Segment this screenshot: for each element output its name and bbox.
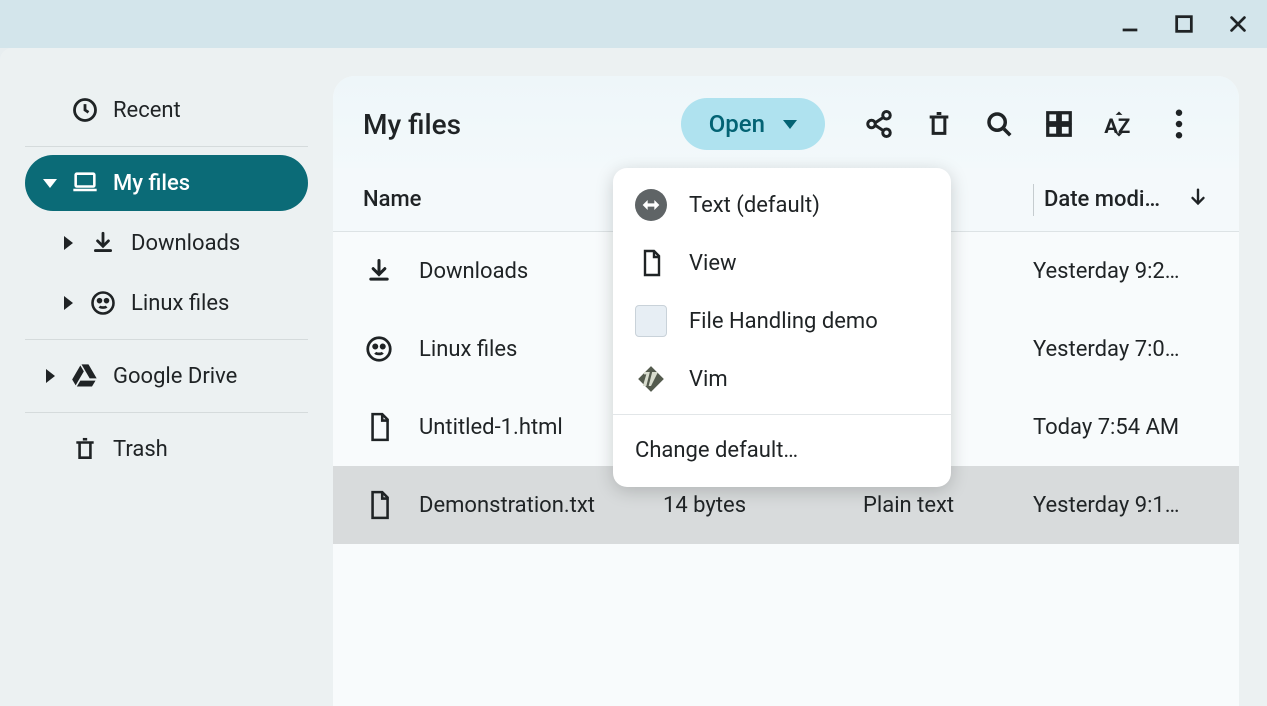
file-date: Yesterday 9:2… (1033, 259, 1209, 284)
text-app-icon (635, 189, 667, 221)
app-icon (635, 305, 667, 337)
menu-item-label: View (689, 251, 737, 276)
sidebar-item-trash[interactable]: Trash (25, 421, 308, 477)
open-button-label: Open (709, 110, 765, 138)
sidebar-item-google-drive[interactable]: Google Drive (25, 348, 308, 404)
menu-item-label: File Handling demo (689, 309, 878, 334)
sidebar-item-label: My files (113, 171, 190, 196)
menu-separator (613, 414, 951, 415)
sidebar-item-label: Downloads (131, 231, 240, 256)
menu-item-file-handling-demo[interactable]: File Handling demo (613, 292, 951, 350)
download-icon (363, 255, 395, 287)
close-button[interactable] (1227, 13, 1249, 35)
file-size: 14 bytes (663, 493, 863, 518)
chevron-right-icon (43, 369, 57, 383)
menu-item-label: Vim (689, 367, 728, 392)
menu-item-view[interactable]: View (613, 234, 951, 292)
chevron-down-icon (783, 120, 797, 129)
content-pane: My files Open AZ (333, 76, 1239, 706)
trash-icon (71, 435, 99, 463)
sidebar: Recent My files Downloads (0, 48, 333, 706)
file-name: Demonstration.txt (419, 493, 595, 518)
google-drive-icon (71, 362, 99, 390)
window-titlebar (0, 0, 1267, 48)
sidebar-item-my-files[interactable]: My files (25, 155, 308, 211)
menu-item-change-default[interactable]: Change default… (613, 421, 951, 479)
vim-icon (635, 363, 667, 395)
menu-item-text-default[interactable]: Text (default) (613, 176, 951, 234)
sidebar-item-linux-files[interactable]: Linux files (43, 275, 308, 331)
file-name: Downloads (419, 259, 528, 284)
delete-button[interactable] (909, 98, 969, 150)
linux-icon (363, 333, 395, 365)
sidebar-item-label: Recent (113, 98, 181, 123)
chevron-right-icon (61, 236, 75, 250)
grid-view-button[interactable] (1029, 98, 1089, 150)
sidebar-item-recent[interactable]: Recent (25, 82, 308, 138)
download-icon (89, 229, 117, 257)
share-button[interactable] (849, 98, 909, 150)
minimize-button[interactable] (1119, 13, 1141, 35)
file-type: Plain text (863, 493, 1033, 518)
more-options-button[interactable] (1149, 98, 1209, 150)
svg-text:A: A (1104, 114, 1118, 138)
sidebar-item-label: Google Drive (113, 364, 237, 389)
linux-icon (89, 289, 117, 317)
column-header-date[interactable]: Date modi… (1044, 186, 1209, 214)
file-date: Yesterday 9:1… (1033, 493, 1209, 518)
search-button[interactable] (969, 98, 1029, 150)
chevron-down-icon (43, 176, 57, 190)
page-title: My files (363, 108, 461, 141)
clock-icon (71, 96, 99, 124)
file-date: Yesterday 7:0… (1033, 337, 1209, 362)
file-name: Linux files (419, 337, 517, 362)
menu-item-vim[interactable]: Vim (613, 350, 951, 408)
arrow-down-icon (1187, 186, 1209, 214)
menu-item-label: Text (default) (689, 193, 820, 218)
sidebar-item-downloads[interactable]: Downloads (43, 215, 308, 271)
maximize-button[interactable] (1173, 13, 1195, 35)
sort-button[interactable]: AZ (1089, 98, 1149, 150)
sidebar-item-label: Trash (113, 437, 168, 462)
file-icon (363, 411, 395, 443)
content-header: My files Open AZ (333, 76, 1239, 168)
sidebar-item-label: Linux files (131, 291, 229, 316)
file-date: Today 7:54 AM (1033, 415, 1209, 440)
file-name: Untitled-1.html (419, 415, 563, 440)
file-icon (635, 247, 667, 279)
laptop-icon (71, 169, 99, 197)
open-with-menu: Text (default) View File Handling demo V… (613, 168, 951, 487)
open-dropdown-button[interactable]: Open (681, 98, 825, 150)
chevron-right-icon (61, 296, 75, 310)
file-icon (363, 489, 395, 521)
menu-item-label: Change default… (635, 438, 798, 463)
